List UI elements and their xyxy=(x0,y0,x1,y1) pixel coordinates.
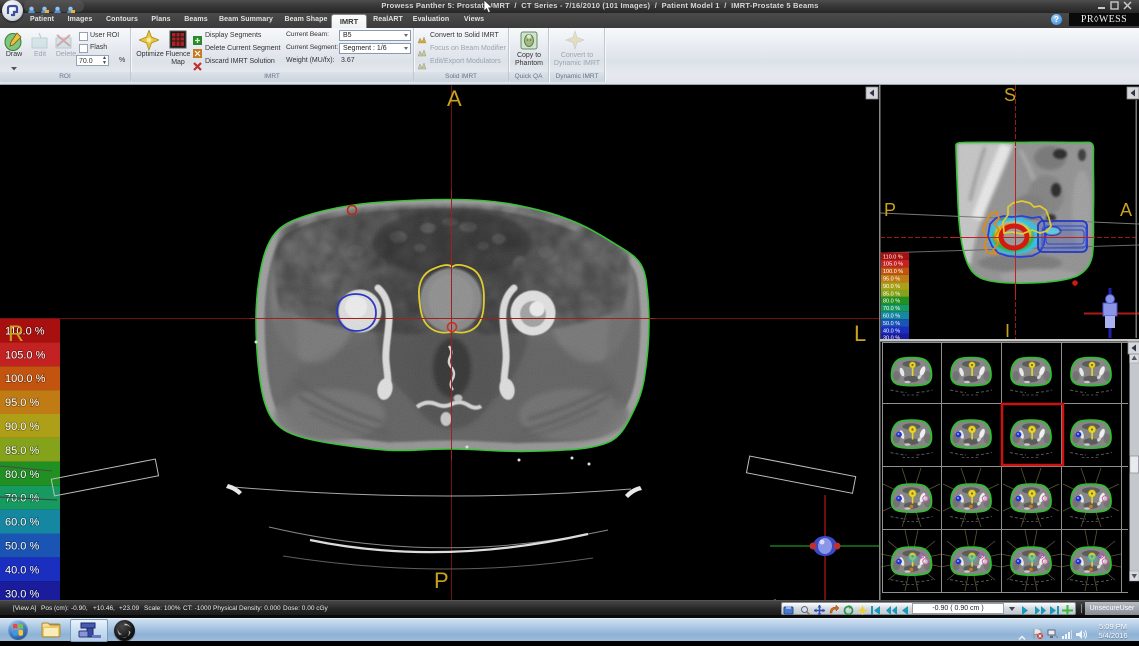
svg-text:80.0 %: 80.0 % xyxy=(883,299,900,305)
svg-text:S: S xyxy=(1004,85,1016,105)
svg-text:50.0 %: 50.0 % xyxy=(5,541,39,553)
svg-text:40.0 %: 40.0 % xyxy=(5,564,39,576)
svg-text:90.0 %: 90.0 % xyxy=(5,421,39,433)
svg-text:I: I xyxy=(1005,321,1010,341)
svg-text:60.0 %: 60.0 % xyxy=(5,517,39,529)
svg-text:60.0 %: 60.0 % xyxy=(883,314,900,320)
svg-text:80.0 %: 80.0 % xyxy=(5,469,39,481)
svg-text:A: A xyxy=(1120,200,1132,220)
svg-text:L: L xyxy=(854,321,866,346)
svg-text:95.0 %: 95.0 % xyxy=(5,397,39,409)
svg-text:A: A xyxy=(447,86,462,111)
svg-text:100.0 %: 100.0 % xyxy=(883,269,903,275)
svg-text:105.0 %: 105.0 % xyxy=(883,262,903,268)
svg-text:P: P xyxy=(884,200,896,220)
svg-text:85.0 %: 85.0 % xyxy=(5,445,39,457)
svg-text:105.0 %: 105.0 % xyxy=(5,349,46,361)
svg-text:R: R xyxy=(8,321,24,346)
svg-text:50.0 %: 50.0 % xyxy=(883,321,900,327)
svg-text:85.0 %: 85.0 % xyxy=(883,291,900,297)
svg-text:110.0 %: 110.0 % xyxy=(883,254,903,260)
svg-text:90.0 %: 90.0 % xyxy=(883,284,900,290)
svg-text:95.0 %: 95.0 % xyxy=(883,277,900,283)
svg-text:40.0 %: 40.0 % xyxy=(883,328,900,334)
svg-text:P: P xyxy=(434,568,449,593)
svg-text:70.0 %: 70.0 % xyxy=(883,306,900,312)
svg-text:100.0 %: 100.0 % xyxy=(5,373,46,385)
svg-text:30.0 %: 30.0 % xyxy=(5,588,39,600)
